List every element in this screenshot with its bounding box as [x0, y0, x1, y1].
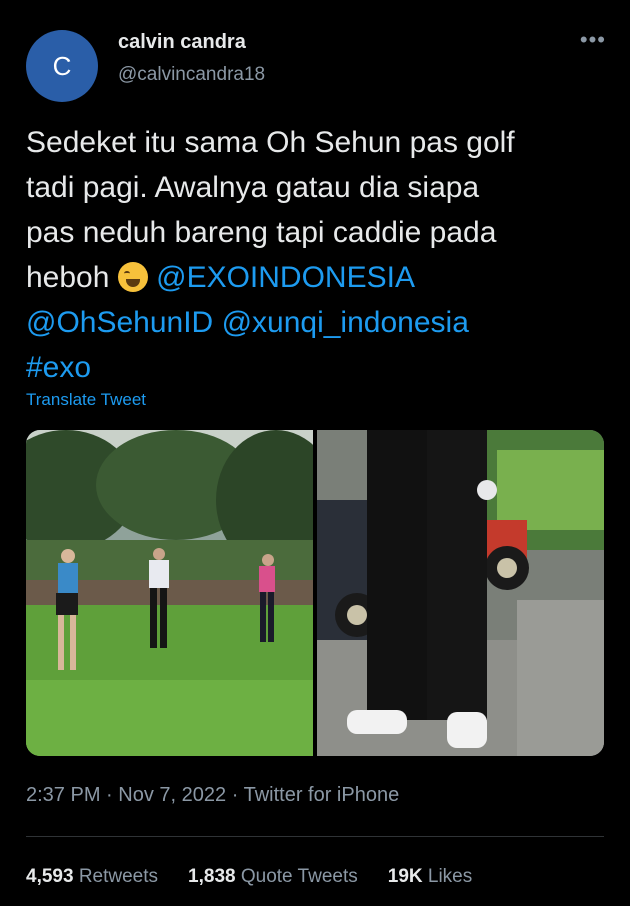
tweet-line: #exo	[26, 345, 616, 390]
tweet-word: heboh	[26, 261, 110, 294]
tweet-source[interactable]: Twitter for iPhone	[244, 784, 400, 806]
separator: ·	[106, 784, 113, 806]
retweets-stat[interactable]: 4,593 Retweets	[26, 866, 158, 888]
tweet-line: tadi pagi. Awalnya gatau dia siapa	[26, 171, 480, 204]
tweet-meta: 2:37 PM · Nov 7, 2022 · Twitter for iPho…	[26, 784, 399, 807]
translate-tweet-link[interactable]: Translate Tweet	[26, 390, 146, 410]
mention-link[interactable]: @OhSehunID	[26, 306, 213, 339]
tweet-text: Sedeket itu sama Oh Sehun pas golf tadi …	[26, 120, 616, 390]
retweets-label: Retweets	[78, 866, 159, 887]
avatar[interactable]: C	[26, 30, 98, 102]
golfer-legs-image	[317, 430, 604, 756]
retweets-count: 4,593	[26, 866, 74, 887]
quote-tweets-stat[interactable]: 1,838 Quote Tweets	[188, 866, 358, 888]
tweet-line: Sedeket itu sama Oh Sehun pas golf	[26, 126, 515, 159]
tweet-time[interactable]: 2:37 PM	[26, 784, 100, 806]
quote-tweets-count: 1,838	[188, 866, 236, 887]
author-handle[interactable]: @calvincandra18	[118, 64, 265, 86]
tweet-header: C calvin candra @calvincandra18 •••	[26, 24, 606, 104]
golfer-legs-photo[interactable]	[317, 430, 604, 756]
hashtag-link[interactable]: #exo	[26, 351, 91, 384]
golf-course-photo[interactable]	[26, 430, 313, 756]
tweet-line: @OhSehunID @xunqi_indonesia	[26, 300, 616, 345]
golf-course-image	[26, 430, 313, 756]
likes-label: Likes	[427, 866, 473, 887]
more-horizontal-icon[interactable]: •••	[580, 29, 606, 51]
tweet-date[interactable]: Nov 7, 2022	[118, 784, 226, 806]
face-with-tears-of-joy-icon	[117, 262, 148, 292]
media-grid	[26, 430, 604, 756]
mention-link[interactable]: @EXOINDONESIA	[156, 261, 415, 294]
tweet-stats: 4,593 Retweets 1,838 Quote Tweets 19K Li…	[26, 866, 472, 888]
mention-link[interactable]: @xunqi_indonesia	[222, 306, 469, 339]
quote-tweets-label: Quote Tweets	[240, 866, 358, 887]
author-name[interactable]: calvin candra	[118, 31, 246, 54]
likes-count: 19K	[387, 866, 423, 887]
likes-stat[interactable]: 19K Likes	[388, 866, 473, 888]
divider	[26, 836, 604, 837]
tweet-line: pas neduh bareng tapi caddie pada	[26, 216, 497, 249]
separator: ·	[231, 784, 239, 806]
tweet-line: heboh @EXOINDONESIA	[26, 255, 616, 300]
